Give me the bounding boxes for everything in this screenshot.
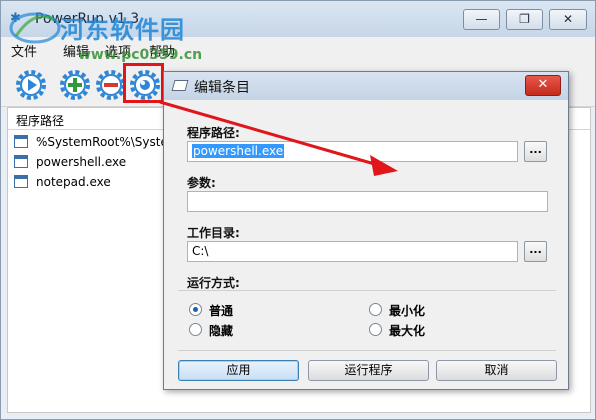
radio-maximized-button[interactable] (369, 323, 382, 336)
list-item[interactable]: %SystemRoot%\System (8, 132, 180, 152)
window-file-icon (14, 155, 28, 168)
minimize-button[interactable]: — (463, 9, 500, 30)
work-dir-input[interactable]: C:\ (187, 241, 518, 262)
list-item-label: notepad.exe (36, 175, 111, 189)
program-path-label: 程序路径: (187, 126, 240, 140)
radio-minimized-label: 最小化 (389, 304, 426, 318)
dialog-titlebar[interactable]: 编辑条目 ✕ (164, 72, 568, 100)
work-dir-label: 工作目录: (187, 226, 240, 240)
list-item[interactable]: powershell.exe (8, 152, 168, 172)
close-button[interactable]: ✕ (549, 9, 587, 30)
list-item-label: %SystemRoot%\System (36, 135, 180, 149)
radio-hidden-label: 隐藏 (209, 324, 234, 338)
radio-normal-button[interactable] (189, 303, 202, 316)
column-program-path: 程序路径 (16, 114, 65, 128)
window-file-icon (14, 175, 28, 188)
radio-maximized-label: 最大化 (389, 324, 426, 338)
highlight-box (123, 63, 164, 103)
radio-hidden-button[interactable] (189, 323, 202, 336)
dialog-title: 编辑条目 (194, 80, 250, 96)
edit-entry-dialog: 编辑条目 ✕ 程序路径: powershell.exe ... 参数: 工作目录… (163, 71, 569, 390)
buttons-divider (178, 350, 556, 351)
run-program-button[interactable]: 运行程序 (308, 360, 429, 381)
radio-minimized-button[interactable] (369, 303, 382, 316)
params-input[interactable] (187, 191, 548, 212)
play-icon (16, 70, 46, 100)
cancel-button[interactable]: 取消 (436, 360, 557, 381)
maximize-button[interactable]: ❐ (506, 9, 543, 30)
program-path-input[interactable]: powershell.exe (187, 141, 518, 162)
watermark-title: 河东软件园 (60, 16, 185, 44)
work-dir-browse-button[interactable]: ... (524, 241, 547, 262)
add-button[interactable] (59, 69, 91, 101)
program-path-browse-button[interactable]: ... (524, 141, 547, 162)
list-item[interactable]: notepad.exe (8, 172, 168, 192)
watermark-logo-icon (9, 12, 61, 44)
dialog-window-icon (171, 80, 189, 91)
radio-normal-label: 普通 (209, 304, 234, 318)
params-label: 参数: (187, 176, 216, 190)
apply-button[interactable]: 应用 (178, 360, 299, 381)
run-mode-divider (178, 290, 556, 291)
program-path-value: powershell.exe (192, 144, 285, 158)
run-mode-label: 运行方式: (187, 276, 240, 290)
dialog-close-button[interactable]: ✕ (525, 75, 561, 96)
run-button[interactable] (15, 69, 47, 101)
add-icon (60, 70, 90, 100)
list-item-label: powershell.exe (36, 155, 127, 169)
dialog-body: 程序路径: powershell.exe ... 参数: 工作目录: C:\ .… (164, 100, 568, 389)
window-file-icon (14, 135, 28, 148)
watermark-url: www.pc0359.cn (78, 47, 203, 63)
